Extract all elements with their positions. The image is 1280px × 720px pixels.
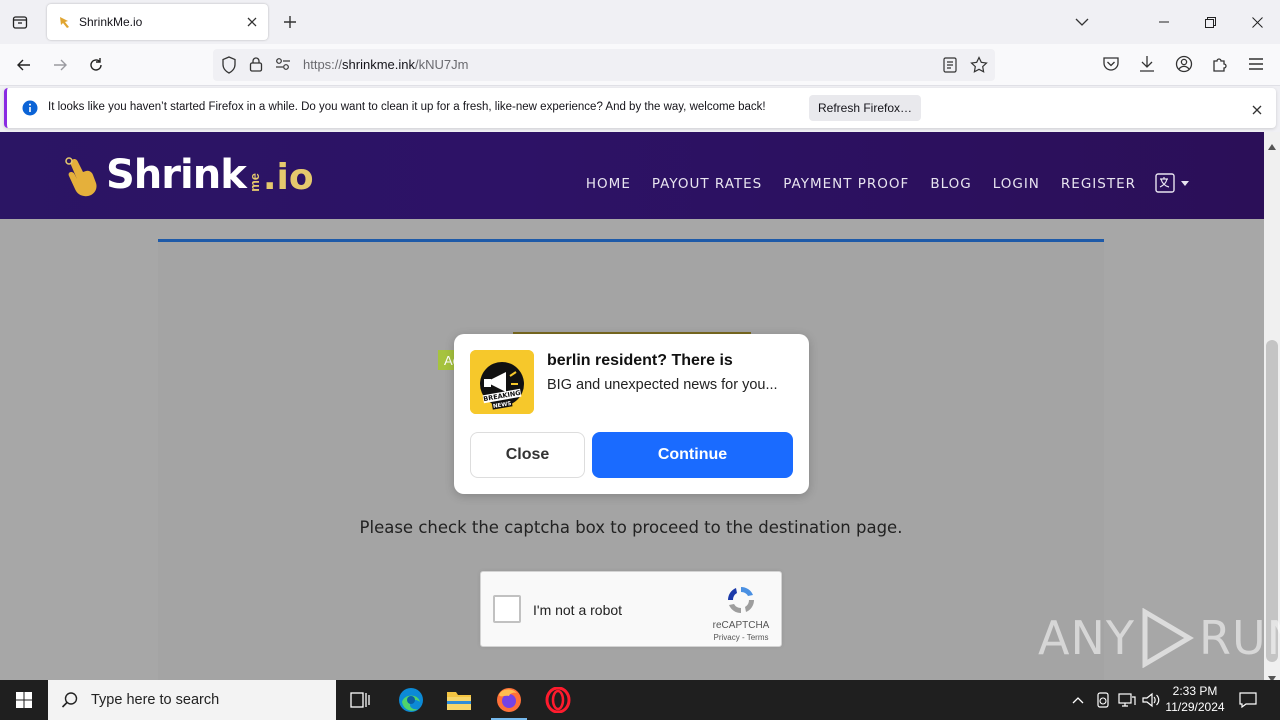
taskbar-opera[interactable] <box>534 680 582 720</box>
taskbar-file-explorer[interactable] <box>435 680 483 720</box>
taskbar-search-box[interactable]: Type here to search <box>48 680 336 720</box>
logo-text-shrink: Shrink <box>106 152 247 198</box>
notifications-icon[interactable] <box>1236 680 1260 720</box>
nav-payout-rates[interactable]: PAYOUT RATES <box>652 176 762 192</box>
account-icon[interactable] <box>1175 55 1193 78</box>
forward-button[interactable] <box>44 49 76 81</box>
nav-blog[interactable]: BLOG <box>930 176 971 192</box>
language-icon <box>1155 173 1175 193</box>
recaptcha-links[interactable]: Privacy - Terms <box>709 633 773 642</box>
list-all-tabs-chevron-icon[interactable] <box>1072 12 1092 32</box>
site-nav: HOME PAYOUT RATES PAYMENT PROOF BLOG LOG… <box>586 176 1136 192</box>
tab-strip: ShrinkMe.io <box>0 0 1280 44</box>
tray-volume-icon[interactable] <box>1140 680 1162 720</box>
back-button[interactable] <box>8 49 40 81</box>
tray-device-icon[interactable] <box>1092 680 1114 720</box>
ad-continue-button[interactable]: Continue <box>592 432 793 478</box>
start-button[interactable] <box>0 680 48 720</box>
language-selector[interactable] <box>1155 173 1189 193</box>
recaptcha-widget: I'm not a robot reCAPTCHA Privacy - Term… <box>480 571 782 647</box>
task-view-button[interactable] <box>336 680 384 720</box>
nav-login[interactable]: LOGIN <box>993 176 1040 192</box>
firefox-notification-bar: It looks like you haven’t started Firefo… <box>4 88 1276 128</box>
lock-icon[interactable] <box>249 56 263 77</box>
url-host: shrinkme.ink <box>342 57 415 72</box>
page-scrollbar[interactable] <box>1264 132 1280 682</box>
extensions-puzzle-icon[interactable] <box>1211 55 1229 78</box>
tracking-protection-shield-icon[interactable] <box>221 56 237 79</box>
logo-text-io: .io <box>262 157 314 198</box>
ad-popup: BREAKING NEWS berlin resident? There is … <box>454 334 809 494</box>
clock-date: 11/29/2024 <box>1165 700 1225 714</box>
watermark-text-run: RUN <box>1198 611 1280 665</box>
windows-taskbar: Type here to search 2:33 PM 11/29/2024 <box>0 680 1280 720</box>
downloads-icon[interactable] <box>1139 55 1155 78</box>
site-header: Shrink me .io HOME PAYOUT RATES PAYMENT … <box>0 132 1264 219</box>
recaptcha-logo-icon <box>725 584 757 621</box>
tab-list-icon[interactable] <box>8 12 32 32</box>
taskbar-clock[interactable]: 2:33 PM 11/29/2024 <box>1160 683 1230 715</box>
taskbar-edge[interactable] <box>387 680 435 720</box>
search-placeholder: Type here to search <box>91 692 220 708</box>
url-bar[interactable]: https://shrinkme.ink/kNU7Jm <box>213 49 995 81</box>
edge-icon <box>399 688 423 712</box>
new-tab-icon[interactable] <box>280 12 300 32</box>
logo-text-me: me <box>246 173 262 192</box>
bookmark-star-icon[interactable] <box>970 56 988 79</box>
url-text[interactable]: https://shrinkme.ink/kNU7Jm <box>303 57 468 72</box>
recaptcha-label: I'm not a robot <box>533 602 623 618</box>
notification-message: It looks like you haven’t started Firefo… <box>48 101 766 113</box>
pocket-icon[interactable] <box>1102 56 1120 77</box>
task-view-icon <box>350 692 370 708</box>
minimize-button[interactable] <box>1141 0 1187 44</box>
taskbar-firefox[interactable] <box>485 680 533 720</box>
window-close-button[interactable] <box>1234 0 1280 44</box>
refresh-firefox-button[interactable]: Refresh Firefox… <box>809 95 921 121</box>
breaking-news-icon: BREAKING NEWS <box>470 350 534 414</box>
notification-close-icon[interactable] <box>1252 102 1262 120</box>
firefox-icon <box>497 688 521 712</box>
tray-overflow-chevron-icon[interactable] <box>1068 680 1088 720</box>
nav-home[interactable]: HOME <box>586 176 631 192</box>
nav-payment-proof[interactable]: PAYMENT PROOF <box>783 176 909 192</box>
tray-network-icon[interactable] <box>1116 680 1138 720</box>
anyrun-watermark: ANY RUN <box>1038 608 1280 668</box>
url-path: /kNU7Jm <box>415 57 469 72</box>
restore-button[interactable] <box>1187 0 1233 44</box>
ad-title: berlin resident? There is <box>547 352 733 369</box>
permissions-icon[interactable] <box>275 57 291 76</box>
shrinkme-logo[interactable]: Shrink me .io <box>62 148 314 198</box>
clock-time: 2:33 PM <box>1172 684 1218 698</box>
ad-body: BIG and unexpected news for you... <box>547 377 778 393</box>
tab-title: ShrinkMe.io <box>79 15 143 29</box>
tab-close-icon[interactable] <box>240 10 264 34</box>
watermark-play-icon <box>1142 608 1194 668</box>
folder-icon <box>447 692 471 710</box>
tab-shrinkme[interactable]: ShrinkMe.io <box>47 4 268 40</box>
scroll-up-icon[interactable] <box>1268 137 1276 155</box>
search-icon <box>61 692 78 708</box>
shrinkme-favicon-icon <box>57 14 73 30</box>
windows-logo-icon <box>16 692 32 708</box>
nav-register[interactable]: REGISTER <box>1061 176 1136 192</box>
watermark-text-any: ANY <box>1038 611 1135 665</box>
recaptcha-brand: reCAPTCHA <box>712 620 770 631</box>
language-chevron-icon <box>1181 180 1189 186</box>
ad-close-button[interactable]: Close <box>470 432 585 478</box>
info-icon <box>22 100 38 121</box>
reader-view-icon[interactable] <box>943 57 957 78</box>
logo-hand-icon <box>65 157 97 197</box>
captcha-instruction: Please check the captcha box to proceed … <box>359 518 903 537</box>
hamburger-menu-icon[interactable] <box>1248 57 1264 76</box>
url-prefix: https:// <box>303 57 343 72</box>
opera-icon <box>545 687 571 713</box>
recaptcha-checkbox[interactable] <box>493 595 521 623</box>
reload-button[interactable] <box>80 49 112 81</box>
